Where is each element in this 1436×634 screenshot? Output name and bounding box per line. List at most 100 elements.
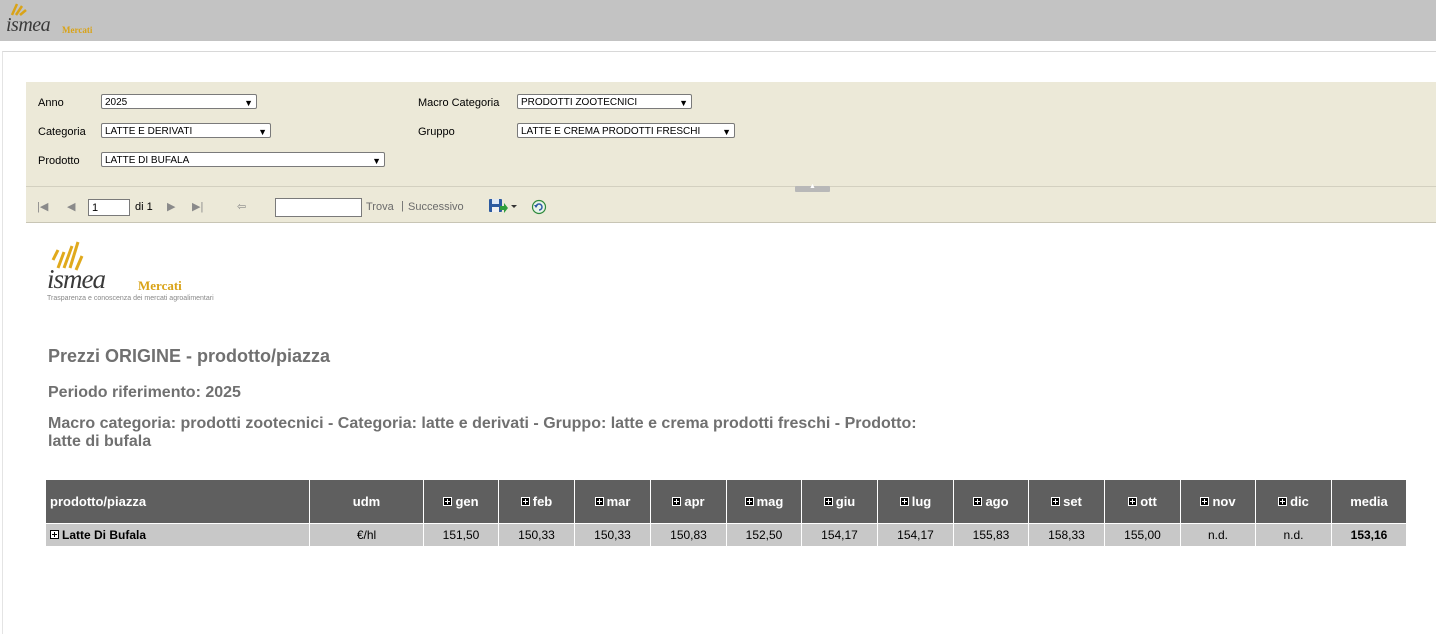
anno-label: Anno (38, 97, 64, 109)
logo-word: ismea (6, 14, 51, 36)
anno-value: 2025 (105, 97, 128, 108)
header-label: mag (756, 494, 784, 509)
page-count: di 1 (135, 201, 153, 213)
header-gen[interactable]: gen (423, 479, 499, 524)
macro-categoria-label: Macro Categoria (418, 97, 500, 109)
header-udm: udm (309, 479, 424, 524)
chevron-down-icon: ▼ (679, 98, 688, 108)
gruppo-select[interactable]: LATTE E CREMA PRODOTTI FRESCHI ▼ (517, 123, 735, 138)
header-label: feb (532, 494, 553, 509)
header-set[interactable]: set (1028, 479, 1105, 524)
parameters-panel: Anno 2025 ▼ Macro Categoria PRODOTTI ZOO… (26, 82, 1436, 186)
expand-icon[interactable] (594, 497, 604, 506)
next-page-icon[interactable]: ▶ (167, 200, 175, 213)
report-title: Prezzi ORIGINE - prodotto/piazza (48, 346, 331, 366)
first-page-icon[interactable]: |◀ (37, 200, 48, 213)
cell-apr: 150,83 (650, 523, 727, 547)
cell-set: 158,33 (1028, 523, 1105, 547)
top-banner: ismea Mercati (0, 0, 1436, 41)
expand-icon[interactable] (672, 497, 682, 506)
prodotto-select[interactable]: LATTE DI BUFALA ▼ (101, 152, 385, 167)
logo-suffix: Mercati (62, 25, 93, 35)
prodotto-label: Prodotto (38, 155, 80, 167)
chevron-down-icon: ▼ (258, 127, 267, 137)
header-label: ago (985, 494, 1009, 509)
expand-icon[interactable] (899, 497, 909, 506)
back-icon[interactable]: ⇦ (237, 200, 246, 213)
expand-icon[interactable] (973, 497, 983, 506)
row-udm: €/hl (309, 523, 424, 547)
header-label: ott (1140, 494, 1157, 509)
report-logo-tagline: Trasparenza e conoscenza dei mercati agr… (47, 295, 214, 302)
categoria-value: LATTE E DERIVATI (105, 126, 193, 137)
header-label: nov (1212, 494, 1236, 509)
expand-icon[interactable] (50, 530, 59, 539)
report-logo-word: ismea (47, 264, 106, 294)
report-period: Periodo riferimento: 2025 (48, 384, 241, 401)
gruppo-label: Gruppo (418, 126, 455, 138)
find-input[interactable] (275, 198, 362, 217)
header-label: giu (835, 494, 856, 509)
row-product-cell[interactable]: Latte Di Bufala (45, 523, 310, 547)
chevron-up-icon: ▲ (809, 183, 816, 190)
next-match-link[interactable]: Successivo (408, 201, 464, 213)
last-page-icon[interactable]: ▶| (192, 200, 203, 213)
header-mag[interactable]: mag (726, 479, 802, 524)
anno-select[interactable]: 2025 ▼ (101, 94, 257, 109)
header-giu[interactable]: giu (801, 479, 878, 524)
header-dic[interactable]: dic (1255, 479, 1332, 524)
macro-categoria-select[interactable]: PRODOTTI ZOOTECNICI ▼ (517, 94, 692, 109)
cell-feb: 150,33 (498, 523, 575, 547)
categoria-label: Categoria (38, 126, 86, 138)
prodotto-value: LATTE DI BUFALA (105, 155, 190, 166)
cell-nov: n.d. (1180, 523, 1256, 547)
cell-giu: 154,17 (801, 523, 878, 547)
report-description: Macro categoria: prodotti zootecnici - C… (48, 415, 917, 450)
cell-dic: n.d. (1255, 523, 1332, 547)
header-label: gen (455, 494, 479, 509)
header-label: mar (606, 494, 631, 509)
expand-icon[interactable] (823, 497, 833, 506)
expand-icon[interactable] (520, 497, 530, 506)
gruppo-value: LATTE E CREMA PRODOTTI FRESCHI (521, 126, 701, 137)
previous-page-icon[interactable]: ◀ (67, 200, 75, 213)
report-logo: ismea Mercati Trasparenza e conoscenza d… (47, 238, 237, 308)
header-label: set (1063, 494, 1082, 509)
header-label: lug (911, 494, 932, 509)
toolbar-separator: | (401, 200, 404, 212)
cell-gen: 151,50 (423, 523, 499, 547)
header-ott[interactable]: ott (1104, 479, 1181, 524)
header-ago[interactable]: ago (953, 479, 1029, 524)
header-nov[interactable]: nov (1180, 479, 1256, 524)
table-header-row: prodotto/piazza udm gen feb mar apr mag … (45, 479, 1407, 524)
cell-mar: 150,33 (574, 523, 651, 547)
header-apr[interactable]: apr (650, 479, 727, 524)
expand-icon[interactable] (1200, 497, 1210, 506)
export-icon[interactable] (488, 198, 518, 214)
cell-media: 153,16 (1331, 523, 1407, 547)
expand-icon[interactable] (744, 497, 754, 506)
header-mar[interactable]: mar (574, 479, 651, 524)
header-feb[interactable]: feb (498, 479, 575, 524)
expand-icon[interactable] (1051, 497, 1061, 506)
cell-ott: 155,00 (1104, 523, 1181, 547)
header-media: media (1331, 479, 1407, 524)
header-lug[interactable]: lug (877, 479, 954, 524)
categoria-select[interactable]: LATTE E DERIVATI ▼ (101, 123, 271, 138)
chevron-down-icon: ▼ (372, 156, 381, 166)
page-number-input[interactable]: 1 (88, 199, 130, 216)
find-link[interactable]: Trova (366, 201, 394, 213)
row-product-name: Latte Di Bufala (62, 528, 147, 542)
chevron-down-icon: ▼ (722, 127, 731, 137)
expand-icon[interactable] (1128, 497, 1138, 506)
cell-ago: 155,83 (953, 523, 1029, 547)
expand-icon[interactable] (443, 497, 453, 506)
header-prodotto-piazza[interactable]: prodotto/piazza (45, 479, 310, 524)
expand-icon[interactable] (1278, 497, 1288, 506)
macro-categoria-value: PRODOTTI ZOOTECNICI (521, 97, 638, 108)
cell-mag: 152,50 (726, 523, 802, 547)
collapse-params-handle[interactable]: ▲ (795, 183, 830, 192)
chevron-down-icon: ▼ (244, 98, 253, 108)
refresh-icon[interactable] (531, 199, 547, 215)
header-label: dic (1290, 494, 1309, 509)
